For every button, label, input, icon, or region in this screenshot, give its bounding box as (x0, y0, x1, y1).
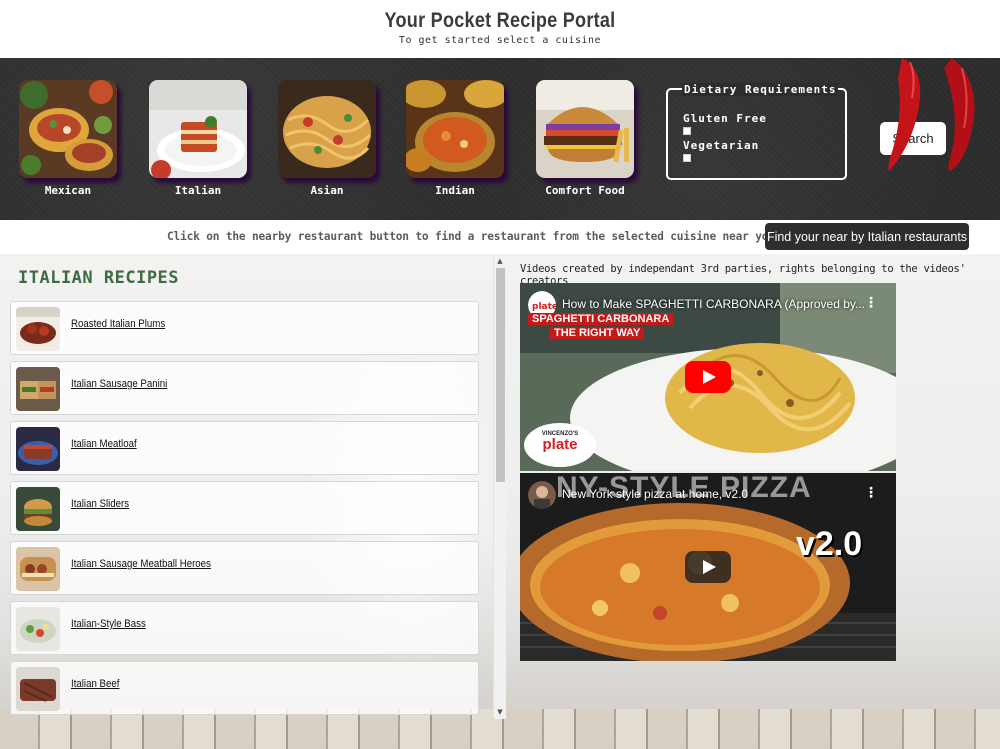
video-overlay-text: NY-STYLE PIZZA (556, 473, 812, 504)
video-overlay-subtext: THE RIGHT WAY (550, 327, 645, 339)
scroll-down-arrow-icon[interactable]: ▼ (494, 706, 506, 718)
more-options-icon[interactable]: ⋮ (864, 295, 878, 311)
find-restaurants-button[interactable]: Find your near by Italian restaurants (765, 223, 969, 250)
channel-badge-bottom: plate (542, 436, 578, 453)
dietary-requirements: Dietary Requirements Gluten Free Vegetar… (666, 83, 847, 180)
recipes-heading: ITALIAN RECIPES (18, 268, 180, 288)
lasagna-photo (149, 80, 247, 178)
recipe-item[interactable]: Italian-Style Bass (10, 601, 479, 655)
page-title: Your Pocket Recipe Portal (384, 9, 616, 32)
panini-thumbnail (16, 367, 60, 411)
cuisine-italian[interactable]: Italian (149, 80, 247, 197)
video-overlay-text: SPAGHETTI CARBONARA (528, 313, 674, 325)
cuisine-label: Mexican (44, 184, 92, 197)
video-ny-pizza[interactable]: New York style pizza at home, v2.0 ⋮ NY-… (520, 473, 896, 661)
restaurant-strip: Click on the nearby restaurant button to… (0, 220, 1000, 254)
channel-badge: VINCENZO'S plate (524, 423, 596, 467)
curry-photo (406, 80, 504, 178)
recipe-link[interactable]: Italian Sausage Panini (71, 378, 167, 390)
cuisine-label: Asian (310, 184, 344, 197)
content-area: ITALIAN RECIPES Roasted Italian Plums It… (0, 254, 1000, 749)
play-button-icon[interactable] (685, 551, 731, 583)
vegetarian-checkbox[interactable] (683, 154, 691, 162)
cuisine-indian[interactable]: Indian (406, 80, 504, 197)
vegetarian-label: Vegetarian (683, 139, 760, 152)
bass-thumbnail (16, 607, 60, 651)
chili-peppers-decoration (882, 58, 1000, 220)
recipe-item[interactable]: Italian Sausage Panini (10, 361, 479, 415)
video-overlay-version: v2.0 (796, 525, 863, 563)
channel-avatar (528, 481, 556, 509)
scroll-thumb[interactable] (496, 268, 505, 482)
dietary-legend: Dietary Requirements (682, 83, 839, 96)
recipe-link[interactable]: Italian Sausage Meatball Heroes (71, 558, 211, 570)
recipe-item[interactable]: Roasted Italian Plums (10, 301, 479, 355)
heroes-thumbnail (16, 547, 60, 591)
recipe-link[interactable]: Italian-Style Bass (71, 618, 146, 630)
recipe-item[interactable]: Italian Sliders (10, 481, 479, 535)
restaurant-instruction: Click on the nearby restaurant button to… (167, 230, 782, 243)
beef-thumbnail (16, 667, 60, 711)
videos-panel: Videos created by independant 3rd partie… (506, 254, 1000, 719)
recipe-link[interactable]: Italian Meatloaf (71, 438, 137, 450)
cuisine-comfort-food[interactable]: Comfort Food (536, 80, 634, 197)
tacos-photo (19, 80, 117, 178)
cuisine-label: Italian (174, 184, 222, 197)
video-carbonara[interactable]: plate How to Make SPAGHETTI CARBONARA (A… (520, 283, 896, 471)
page-header: Your Pocket Recipe Portal To get started… (0, 0, 1000, 58)
scroll-up-arrow-icon[interactable]: ▲ (494, 255, 506, 267)
gluten-free-label: Gluten Free (683, 112, 767, 125)
plums-thumbnail (16, 307, 60, 351)
burger-photo (536, 80, 634, 178)
cuisine-label: Indian (435, 184, 475, 197)
cuisine-label: Comfort Food (545, 184, 625, 197)
recipe-item[interactable]: Italian Meatloaf (10, 421, 479, 475)
recipe-item[interactable]: Italian Beef (10, 661, 479, 715)
recipes-scrollbar[interactable]: ▲ ▼ (493, 254, 506, 719)
video-title[interactable]: How to Make SPAGHETTI CARBONARA (Approve… (562, 297, 865, 311)
recipe-link[interactable]: Italian Beef (71, 678, 119, 690)
meatloaf-thumbnail (16, 427, 60, 471)
svg-text:plate: plate (532, 302, 556, 312)
recipes-panel: ITALIAN RECIPES Roasted Italian Plums It… (0, 254, 506, 719)
sliders-thumbnail (16, 487, 60, 531)
cuisine-asian[interactable]: Asian (278, 80, 376, 197)
recipe-link[interactable]: Roasted Italian Plums (71, 318, 165, 330)
page-subtitle: To get started select a cuisine (398, 35, 602, 46)
gluten-free-checkbox[interactable] (683, 127, 691, 135)
cuisine-mexican[interactable]: Mexican (19, 80, 117, 197)
recipe-item[interactable]: Italian Sausage Meatball Heroes (10, 541, 479, 595)
more-options-icon[interactable]: ⋮ (864, 485, 878, 501)
play-button-icon[interactable] (685, 361, 731, 393)
cuisine-band: Mexican Italian Asian Indian Comfort Foo… (0, 58, 1000, 220)
recipe-link[interactable]: Italian Sliders (71, 498, 129, 510)
noodles-photo (278, 80, 376, 178)
